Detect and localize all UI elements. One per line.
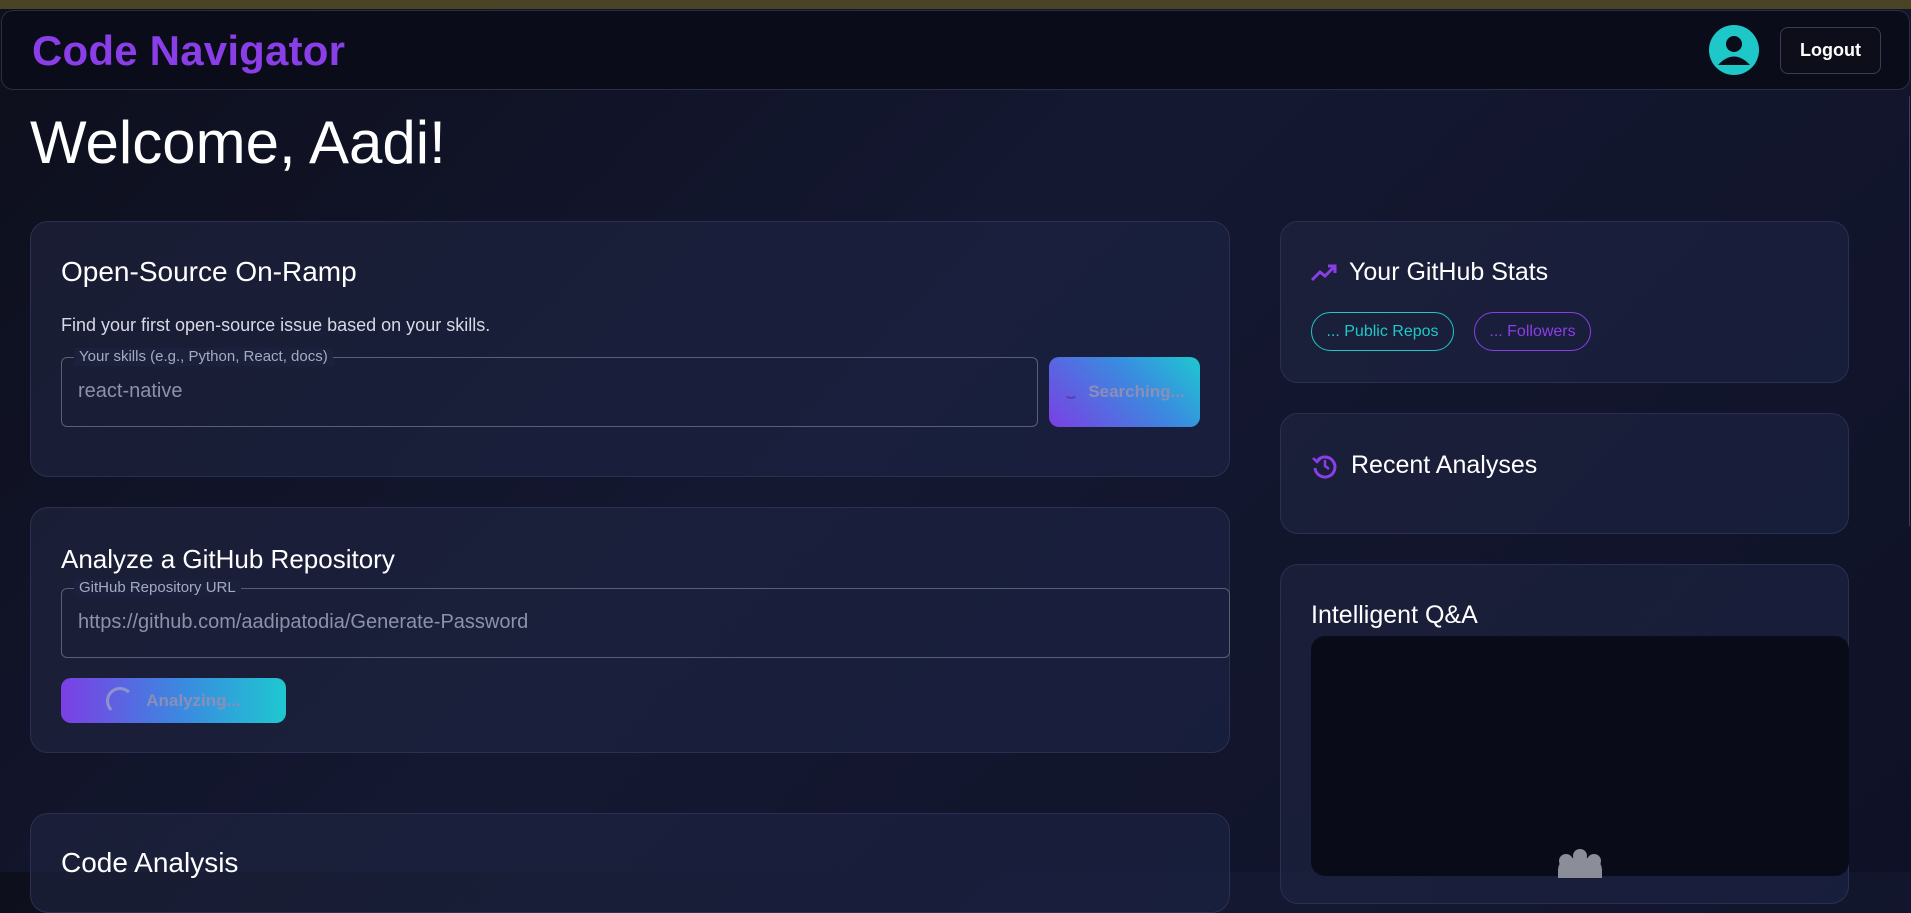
skills-input[interactable]: Your skills (e.g., Python, React, docs) … [61,348,1038,427]
stats-title-label: Your GitHub Stats [1349,258,1549,286]
bot-icon [1558,849,1602,878]
history-icon [1312,455,1337,479]
person-icon [1718,36,1750,65]
window-top-strip [0,0,1911,9]
repo-url-input[interactable]: GitHub Repository URL https://github.com… [61,579,1230,658]
app-brand[interactable]: Code Navigator [32,27,345,75]
trending-up-icon [1311,264,1337,281]
user-avatar[interactable] [1709,25,1759,75]
repo-url-value: https://github.com/aadipatodia/Generate-… [78,611,529,633]
recent-title: Recent Analyses [1311,451,1537,480]
repo-url-label: GitHub Repository URL [74,579,241,597]
welcome-heading: Welcome, Aadi! [30,109,446,176]
loading-spinner-icon [1064,385,1079,399]
skills-input-label: Your skills (e.g., Python, React, docs) [74,348,333,366]
code-analysis-title: Code Analysis [61,847,239,878]
loading-spinner-icon [106,686,135,715]
analyze-repo-card: Analyze a GitHub Repository GitHub Repos… [30,507,1230,753]
right-edge-line [1909,96,1910,526]
onramp-title: Open-Source On-Ramp [61,256,357,287]
stats-title: Your GitHub Stats [1311,258,1548,287]
analyze-button-label: Analyzing... [146,690,241,710]
skills-input-value: react-native [78,380,183,402]
followers-chip[interactable]: ... Followers [1474,312,1591,351]
top-navbar: Code Navigator Logout [1,10,1910,90]
search-button-label: Searching... [1088,382,1185,401]
recent-title-label: Recent Analyses [1351,451,1538,479]
qa-chat-panel[interactable] [1311,636,1849,878]
onramp-card: Open-Source On-Ramp Find your first open… [30,221,1230,477]
logout-button[interactable]: Logout [1780,27,1881,74]
onramp-description: Find your first open-source issue based … [61,315,491,335]
github-stats-card: Your GitHub Stats [1280,221,1849,383]
qa-title: Intelligent Q&A [1311,601,1478,629]
analyze-button[interactable]: Analyzing... [61,678,286,723]
analyze-title: Analyze a GitHub Repository [61,544,395,574]
recent-analyses-card: Recent Analyses [1280,413,1849,534]
code-analysis-card: Code Analysis [30,813,1230,913]
search-issues-button[interactable]: Searching... [1049,357,1200,427]
public-repos-chip[interactable]: ... Public Repos [1311,312,1454,351]
